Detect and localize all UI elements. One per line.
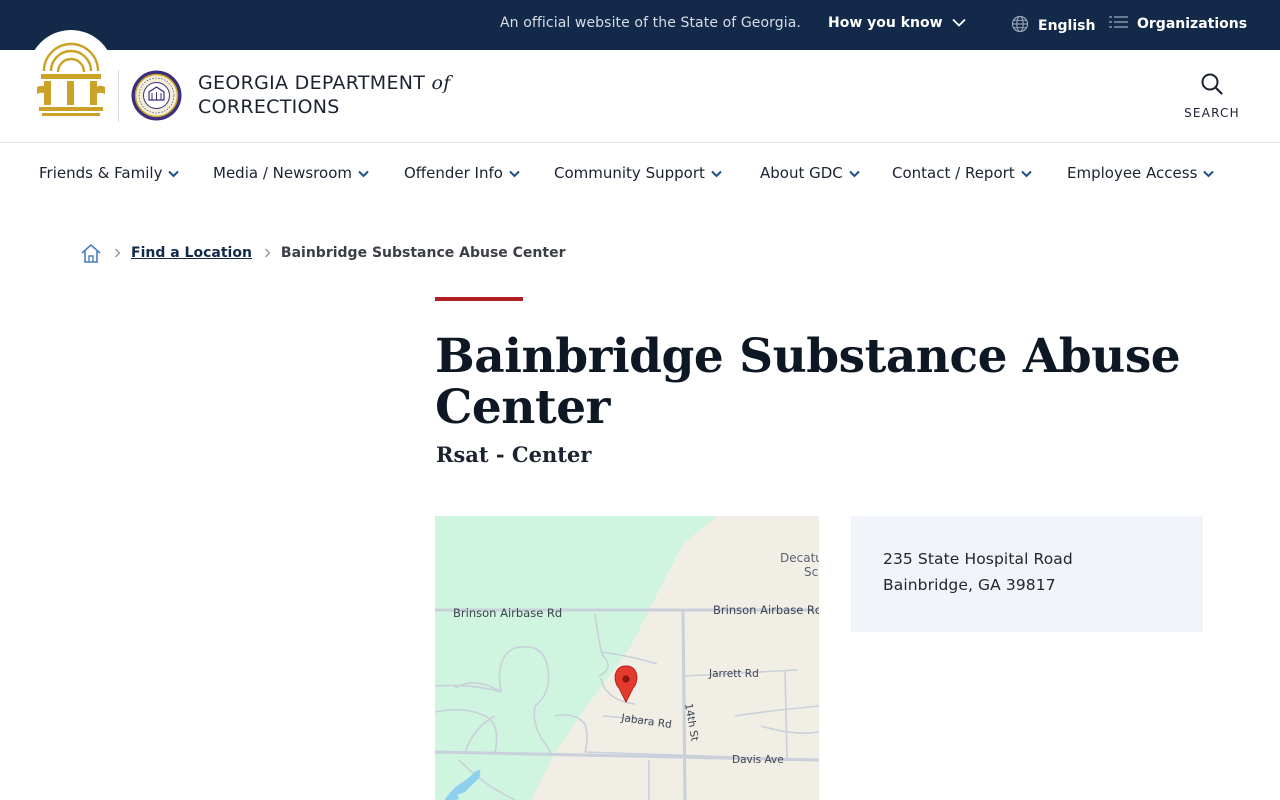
list-icon xyxy=(1109,15,1128,33)
breadcrumb-find-location-link[interactable]: Find a Location xyxy=(131,245,252,261)
site-header: GEORGIA DEPARTMENT of CORRECTIONS SEARCH xyxy=(0,30,1280,143)
chevron-right-icon xyxy=(114,248,121,258)
search-button[interactable]: SEARCH xyxy=(1176,72,1248,124)
search-icon xyxy=(1200,73,1224,100)
how-you-know-toggle[interactable]: How you know xyxy=(828,15,966,31)
language-selector[interactable]: English xyxy=(1011,15,1095,37)
logo-divider xyxy=(118,70,119,122)
nav-item-label: Media / Newsroom xyxy=(213,164,352,182)
nav-item-friends-family[interactable]: Friends & Family xyxy=(39,164,180,182)
chevron-right-icon xyxy=(264,248,271,258)
nav-item-label: Offender Info xyxy=(404,164,503,182)
globe-icon xyxy=(1011,15,1029,37)
nav-item-contact-report[interactable]: Contact / Report xyxy=(892,164,1032,182)
breadcrumb: Find a Location Bainbridge Substance Abu… xyxy=(80,241,565,265)
agency-name[interactable]: GEORGIA DEPARTMENT of CORRECTIONS xyxy=(198,71,451,119)
address-street: 235 State Hospital Road xyxy=(883,550,1073,568)
address-city-state-zip: Bainbridge, GA 39817 xyxy=(883,576,1056,594)
map-label-jarrett-rd: Jarrett Rd xyxy=(708,668,759,680)
title-accent-bar xyxy=(435,297,523,301)
gdc-seal-logo[interactable] xyxy=(131,70,182,125)
agency-name-line1: GEORGIA DEPARTMENT xyxy=(198,72,426,94)
chevron-down-icon xyxy=(509,170,520,178)
agency-name-line2: CORRECTIONS xyxy=(198,96,340,118)
organizations-label: Organizations xyxy=(1137,16,1248,32)
chevron-down-icon xyxy=(1020,170,1032,178)
chevron-down-icon xyxy=(168,170,180,178)
page-title: Bainbridge Substance Abuse Center xyxy=(435,329,1181,435)
nav-item-label: Contact / Report xyxy=(892,164,1015,182)
home-icon[interactable] xyxy=(80,243,102,264)
official-banner: An official website of the State of Geor… xyxy=(0,0,1280,50)
nav-item-label: Community Support xyxy=(554,164,705,182)
chevron-down-icon xyxy=(711,170,722,178)
facility-type: Rsat - Center xyxy=(436,442,592,467)
main-navigation: Friends & Family Media / Newsroom Offend… xyxy=(0,143,1280,205)
map-label-decatur-2: Sc xyxy=(804,565,818,579)
georgia-seal-logo[interactable] xyxy=(36,41,106,121)
nav-item-label: Friends & Family xyxy=(39,164,163,182)
nav-item-offender-info[interactable]: Offender Info xyxy=(404,164,520,182)
chevron-down-icon xyxy=(849,170,860,178)
nav-item-label: About GDC xyxy=(760,164,843,182)
nav-item-media-newsroom[interactable]: Media / Newsroom xyxy=(213,164,369,182)
map-label-davis-ave: Davis Ave xyxy=(732,754,784,766)
official-site-text: An official website of the State of Geor… xyxy=(500,15,801,31)
language-label: English xyxy=(1038,18,1096,34)
how-you-know-label: How you know xyxy=(828,15,943,31)
nav-item-employee-access[interactable]: Employee Access xyxy=(1067,164,1215,182)
organizations-menu[interactable]: Organizations xyxy=(1109,15,1247,33)
breadcrumb-current-page: Bainbridge Substance Abuse Center xyxy=(280,245,566,261)
address-card: 235 State Hospital Road Bainbridge, GA 3… xyxy=(851,516,1203,632)
nav-item-about-gdc[interactable]: About GDC xyxy=(760,164,860,182)
chevron-down-icon xyxy=(951,15,966,31)
location-map[interactable]: Brinson Airbase Rd Brinson Airbase Rd Ja… xyxy=(435,516,819,800)
agency-name-of: of xyxy=(431,72,451,94)
chevron-down-icon xyxy=(1203,170,1215,178)
map-label-brinson-airbase-east: Brinson Airbase Rd xyxy=(713,603,819,617)
map-label-decatur-1: Decatu xyxy=(780,551,819,565)
map-label-brinson-airbase-west: Brinson Airbase Rd xyxy=(453,606,562,620)
nav-item-community-support[interactable]: Community Support xyxy=(554,164,722,182)
search-label: SEARCH xyxy=(1184,106,1240,120)
nav-item-label: Employee Access xyxy=(1067,164,1198,182)
chevron-down-icon xyxy=(358,170,369,178)
